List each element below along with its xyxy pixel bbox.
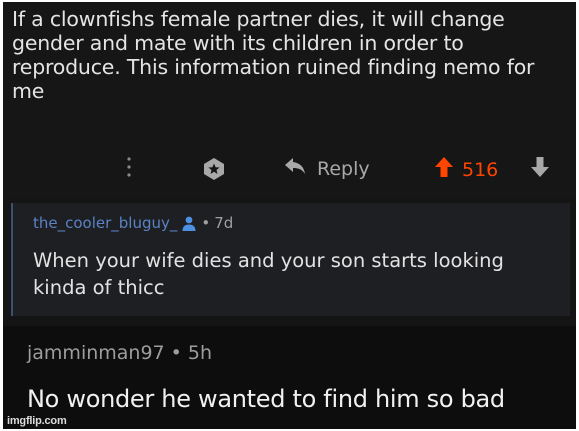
second-reply-header: jamminman97 • 5h <box>27 342 212 364</box>
downvote-arrow-icon <box>530 156 550 183</box>
reply-username[interactable]: the_cooler_bluguy_ <box>33 214 177 232</box>
second-reply-comment: jamminman97 • 5h No wonder he wanted to … <box>3 326 576 429</box>
comment-body: If a clownfishs female partner dies, it … <box>12 7 535 103</box>
upvote-arrow-icon[interactable] <box>434 156 454 183</box>
user-icon <box>181 215 197 231</box>
reply-age: 7d <box>214 214 234 232</box>
award-icon <box>201 156 227 187</box>
reply-arrow-icon <box>283 156 307 181</box>
second-reply-body: No wonder he wanted to find him so bad <box>27 385 505 413</box>
vote-controls: 516 <box>434 156 498 183</box>
reply-button[interactable]: Reply <box>283 156 370 181</box>
watermark: imgflip.com <box>7 415 67 427</box>
second-reply-age: 5h <box>187 342 212 364</box>
comment-actions-bar: Reply 516 <box>3 152 576 188</box>
header-separator: • <box>170 342 182 364</box>
reply-label: Reply <box>317 157 370 180</box>
screenshot-collage: If a clownfishs female partner dies, it … <box>3 2 576 429</box>
downvote-button[interactable] <box>530 156 550 183</box>
reply-header: the_cooler_bluguy_ • 7d <box>33 214 233 232</box>
original-comment: If a clownfishs female partner dies, it … <box>3 2 576 199</box>
second-reply-username[interactable]: jamminman97 <box>27 342 165 364</box>
score-count: 516 <box>462 158 499 181</box>
vertical-dots-icon <box>126 156 132 183</box>
more-options-button[interactable] <box>126 156 132 183</box>
reply-comment: the_cooler_bluguy_ • 7d When your wife d… <box>11 203 570 316</box>
award-button[interactable] <box>201 156 227 187</box>
header-separator: • <box>201 214 211 232</box>
reply-body: When your wife dies and your son starts … <box>33 249 504 299</box>
